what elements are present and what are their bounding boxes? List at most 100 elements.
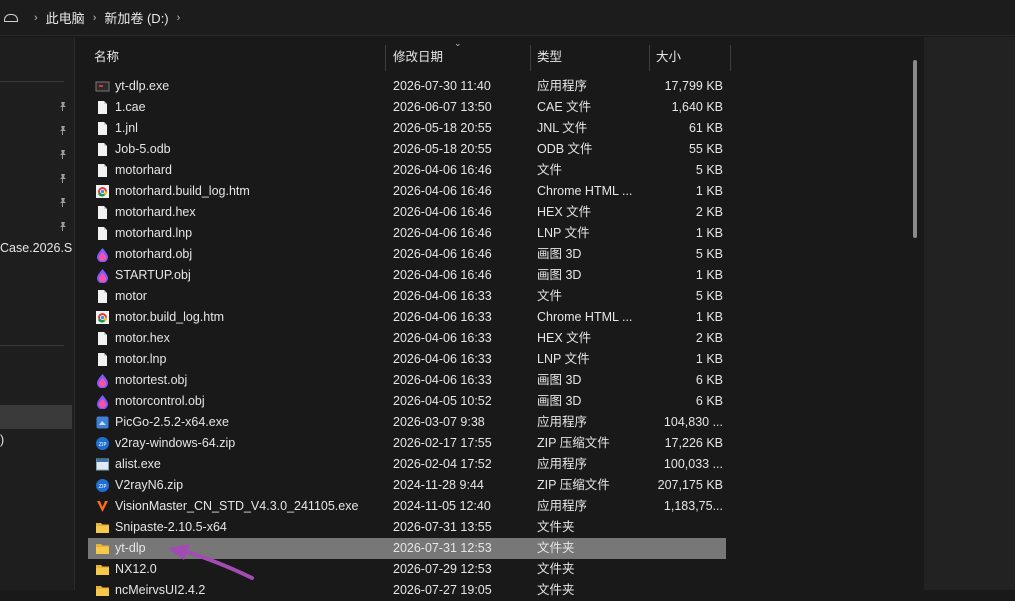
breadcrumb-this-pc[interactable]: 此电脑 <box>46 8 85 27</box>
file-name: PicGo-2.5.2-x64.exe <box>115 415 229 429</box>
file-size: 207,175 KB <box>657 478 723 492</box>
file-type: 文件 <box>537 289 563 303</box>
paint3d-icon <box>95 394 110 410</box>
pin-icon[interactable] <box>58 172 68 183</box>
paint3d-icon <box>95 268 110 284</box>
file-icon <box>95 205 110 220</box>
svg-text:ZIP: ZIP <box>99 484 107 490</box>
pin-icon[interactable] <box>58 148 68 159</box>
file-row[interactable]: motorhard 2026-04-06 16:46 文件 5 KB <box>88 160 726 181</box>
file-row[interactable]: motor.build_log.htm 2026-04-06 16:33 Chrom… <box>88 307 726 328</box>
file-name: motorhard <box>115 163 172 177</box>
file-name: Job-5.odb <box>115 142 171 156</box>
file-size: 1 KB <box>695 268 723 282</box>
file-name: yt-dlp.exe <box>115 79 170 93</box>
file-name: motorhard.lnp <box>115 226 193 240</box>
file-row[interactable]: motorhard.lnp 2026-04-06 16:46 LNP 文件 1 KB <box>88 223 726 244</box>
pin-icon[interactable] <box>58 196 68 207</box>
file-type: 文件夹 <box>537 583 575 597</box>
file-row[interactable]: ZIP V2rayN6.zip 2024-11-28 9:44 ZIP 压缩文件 207… <box>88 475 726 496</box>
address-bar[interactable]: › 此电脑 › 新加卷 (D:) › <box>0 0 1015 36</box>
zip-icon: ZIP <box>95 436 110 451</box>
app-icon <box>95 415 110 430</box>
file-row[interactable]: Job-5.odb 2026-05-18 20:55 ODB 文件 55 KB <box>88 139 726 160</box>
file-name: motortest.obj <box>115 373 188 387</box>
nav-item-truncated[interactable]: Case.2026.S <box>0 241 72 255</box>
file-type: 应用程序 <box>537 79 588 93</box>
file-row[interactable]: motor 2026-04-06 16:33 文件 5 KB <box>88 286 726 307</box>
file-type: ZIP 压缩文件 <box>537 478 610 492</box>
pin-icon[interactable] <box>58 124 68 135</box>
file-row[interactable]: PicGo-2.5.2-x64.exe 2026-03-07 9:38 应用程序 10… <box>88 412 726 433</box>
file-size: 5 KB <box>695 289 723 303</box>
file-type: ODB 文件 <box>537 142 593 156</box>
pin-icon[interactable] <box>58 100 68 111</box>
file-row[interactable]: motorhard.build_log.htm 2026-04-06 16:46 C… <box>88 181 726 202</box>
file-name: alist.exe <box>115 457 161 471</box>
file-type: HEX 文件 <box>537 205 592 219</box>
file-size <box>654 580 723 601</box>
file-row[interactable]: VisionMaster_CN_STD_V4.3.0_241105.exe 202… <box>88 496 726 517</box>
file-row[interactable]: motorcontrol.obj 2026-04-05 10:52 画图 3D 6 K… <box>88 391 726 412</box>
file-name: VisionMaster_CN_STD_V4.3.0_241105.exe <box>115 499 359 513</box>
file-row[interactable]: 1.cae 2026-06-07 13:50 CAE 文件 1,640 KB <box>88 97 726 118</box>
file-date: 2026-04-06 16:33 <box>393 373 492 387</box>
chevron-right-icon: › <box>92 11 97 24</box>
column-date[interactable]: 修改日期 <box>387 45 530 69</box>
file-row[interactable]: motortest.obj 2026-04-06 16:33 画图 3D 6 KB <box>88 370 726 391</box>
vertical-scrollbar[interactable] <box>913 60 917 238</box>
file-icon <box>95 289 110 304</box>
file-row[interactable]: STARTUP.obj 2026-04-06 16:46 画图 3D 1 KB <box>88 265 726 286</box>
annotation-arrow-icon <box>168 544 254 580</box>
nav-item-selected[interactable] <box>0 405 72 429</box>
file-row[interactable]: motorhard.hex 2026-04-06 16:46 HEX 文件 2 KB <box>88 202 726 223</box>
folder-icon <box>95 541 110 556</box>
file-size: 104,830 ... <box>663 415 723 429</box>
navigation-pane: Case.2026.S ) <box>0 37 75 590</box>
file-name: motor.hex <box>115 331 170 345</box>
column-name[interactable]: 名称 <box>88 45 385 69</box>
file-type: 文件 <box>537 163 563 177</box>
file-type: LNP 文件 <box>537 226 590 240</box>
file-date: 2026-03-07 9:38 <box>393 415 485 429</box>
file-date: 2026-06-07 13:50 <box>393 100 492 114</box>
column-size[interactable]: 大小 <box>650 45 730 69</box>
file-size: 6 KB <box>695 394 723 408</box>
file-row[interactable]: motor.lnp 2026-04-06 16:33 LNP 文件 1 KB <box>88 349 726 370</box>
file-row[interactable]: ZIP v2ray-windows-64.zip 2026-02-17 17:55 Z… <box>88 433 726 454</box>
file-name: motorhard.hex <box>115 205 196 219</box>
file-type: LNP 文件 <box>537 352 590 366</box>
file-type: 文件夹 <box>537 520 575 534</box>
file-type: 文件夹 <box>537 541 575 555</box>
paint3d-icon <box>95 247 110 263</box>
breadcrumb-drive-d[interactable]: 新加卷 (D:) <box>104 8 168 27</box>
file-row[interactable]: 1.jnl 2026-05-18 20:55 JNL 文件 61 KB <box>88 118 726 139</box>
file-date: 2026-04-06 16:46 <box>393 163 492 177</box>
chevron-right-icon[interactable]: › <box>177 12 181 24</box>
zip-icon: ZIP <box>95 478 110 493</box>
file-type: 画图 3D <box>537 247 582 261</box>
file-name: motorhard.obj <box>115 247 193 261</box>
file-date: 2026-05-18 20:55 <box>393 121 492 135</box>
file-row[interactable]: alist.exe 2026-02-04 17:52 应用程序 100,033 ... <box>88 454 726 475</box>
file-date: 2026-07-29 12:53 <box>393 562 492 576</box>
file-size: 5 KB <box>695 247 723 261</box>
pin-icon[interactable] <box>58 220 68 231</box>
file-name: motor <box>115 289 147 303</box>
file-size <box>654 559 723 580</box>
file-type: HEX 文件 <box>537 331 592 345</box>
column-divider[interactable] <box>385 45 386 71</box>
file-row[interactable]: motorhard.obj 2026-04-06 16:46 画图 3D 5 KB <box>88 244 726 265</box>
file-row[interactable]: motor.hex 2026-04-06 16:33 HEX 文件 2 KB <box>88 328 726 349</box>
file-row[interactable]: yt-dlp.exe 2026-07-30 11:40 应用程序 17,799 KB <box>88 76 726 97</box>
file-row[interactable]: Snipaste-2.10.5-x64 2026-07-31 13:55 文件夹 <box>88 517 726 538</box>
column-type[interactable]: 类型 <box>531 45 649 69</box>
nav-item-truncated[interactable]: ) <box>0 433 4 447</box>
column-divider[interactable] <box>730 45 731 71</box>
file-name: STARTUP.obj <box>115 268 191 282</box>
file-date: 2026-04-06 16:33 <box>393 331 492 345</box>
file-size: 17,799 KB <box>664 79 723 93</box>
computer-icon <box>4 13 18 22</box>
file-name: V2rayN6.zip <box>115 478 184 492</box>
file-size: 1 KB <box>695 226 723 240</box>
